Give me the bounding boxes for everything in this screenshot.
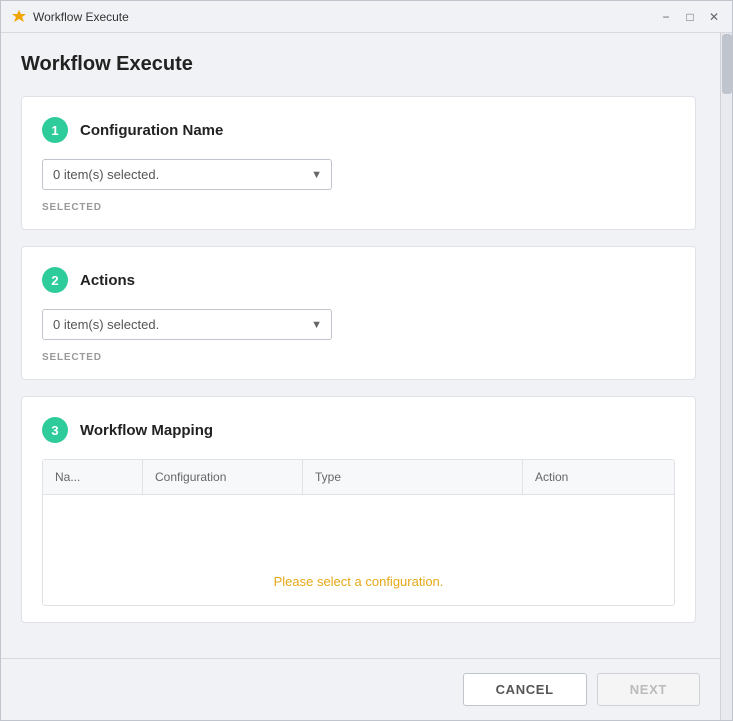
step1-selected-label: SELECTED [42, 202, 675, 213]
step2-header: 2 Actions [42, 267, 675, 293]
config-name-dropdown[interactable]: 0 item(s) selected. [42, 159, 332, 190]
step2-badge: 2 [42, 267, 68, 293]
step1-header: 1 Configuration Name [42, 117, 675, 143]
table-body: Please select a configuration. [43, 495, 674, 605]
title-bar-text: Workflow Execute [33, 10, 129, 24]
maximize-button[interactable]: □ [682, 9, 698, 25]
step1-badge: 1 [42, 117, 68, 143]
footer: CANCEL NEXT [1, 658, 720, 720]
title-bar-left: Workflow Execute [11, 9, 129, 25]
page-title: Workflow Execute [21, 53, 696, 76]
title-bar-controls: − □ ✕ [658, 9, 722, 25]
table-empty-message: Please select a configuration. [274, 534, 444, 589]
workflow-icon [11, 9, 27, 25]
actions-section: 2 Actions 0 item(s) selected. ▼ SELECTED [21, 246, 696, 380]
config-name-dropdown-wrapper: 0 item(s) selected. ▼ [42, 159, 332, 190]
step3-title: Workflow Mapping [80, 422, 213, 439]
workflow-mapping-section: 3 Workflow Mapping Na... Configuration T… [21, 396, 696, 623]
actions-dropdown-wrapper: 0 item(s) selected. ▼ [42, 309, 332, 340]
close-button[interactable]: ✕ [706, 9, 722, 25]
configuration-name-section: 1 Configuration Name 0 item(s) selected.… [21, 96, 696, 230]
step3-badge: 3 [42, 417, 68, 443]
workflow-execute-window: Workflow Execute − □ ✕ Workflow Execute … [0, 0, 733, 721]
next-button[interactable]: NEXT [597, 673, 700, 706]
content-area: Workflow Execute 1 Configuration Name 0 … [1, 33, 720, 658]
scrollbar-thumb[interactable] [722, 34, 732, 94]
col-type-header: Type [303, 460, 523, 494]
step3-header: 3 Workflow Mapping [42, 417, 675, 443]
col-config-header: Configuration [143, 460, 303, 494]
actions-dropdown[interactable]: 0 item(s) selected. [42, 309, 332, 340]
step1-title: Configuration Name [80, 122, 223, 139]
scrollbar-track[interactable] [720, 33, 732, 720]
cancel-button[interactable]: CANCEL [463, 673, 587, 706]
minimize-button[interactable]: − [658, 9, 674, 25]
step2-selected-label: SELECTED [42, 352, 675, 363]
col-action-header: Action [523, 460, 674, 494]
step2-title: Actions [80, 272, 135, 289]
table-header: Na... Configuration Type Action [43, 460, 674, 495]
title-bar: Workflow Execute − □ ✕ [1, 1, 732, 33]
col-name-header: Na... [43, 460, 143, 494]
workflow-mapping-table: Na... Configuration Type Action Please s… [42, 459, 675, 606]
